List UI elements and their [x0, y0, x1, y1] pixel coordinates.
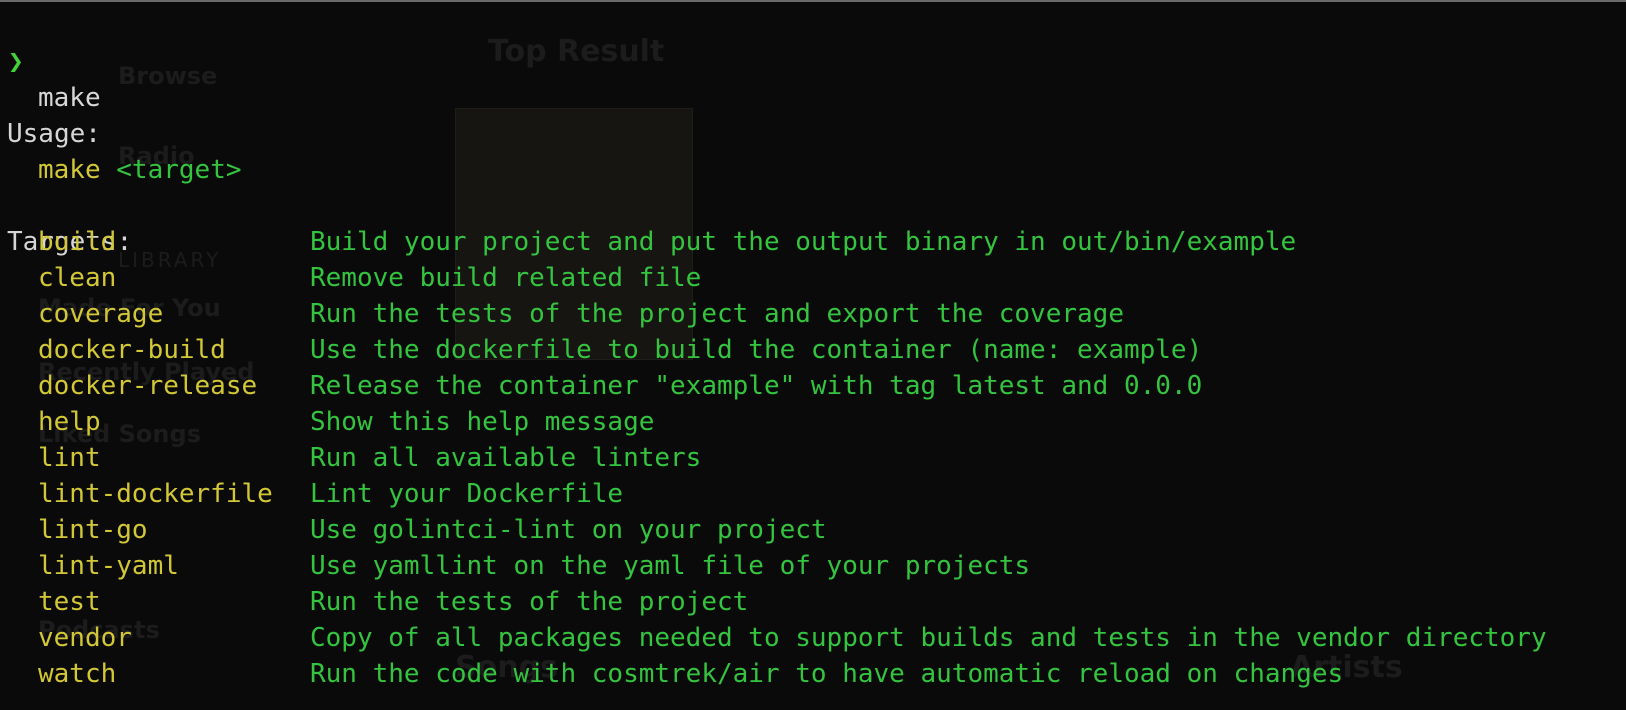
target-description: Build your project and put the output bi… — [310, 227, 1297, 257]
target-description: Use yamllint on the yaml file of your pr… — [310, 551, 1031, 581]
prompt-chevron-icon: ❯ — [8, 47, 24, 77]
target-name: build — [38, 227, 117, 257]
target-name: watch — [38, 659, 117, 689]
target-name: lint-yaml — [38, 551, 179, 581]
bg-library-label: LIBRARY — [118, 248, 222, 272]
usage-arg: <target> — [116, 155, 242, 185]
usage-heading-line: Usage: — [0, 80, 101, 149]
target-name: lint — [38, 443, 101, 473]
target-name: help — [38, 407, 101, 437]
target-description: Copy of all packages needed to support b… — [310, 623, 1547, 653]
target-description: Remove build related file — [310, 263, 702, 293]
target-description: Run the tests of the project — [310, 587, 749, 617]
target-description: Run the tests of the project and export … — [310, 299, 1124, 329]
usage-make: make — [38, 155, 101, 185]
target-description: Run all available linters — [310, 443, 702, 473]
target-name: test — [38, 587, 101, 617]
target-name: lint-go — [38, 515, 148, 545]
target-description: Use golintci-lint on your project — [310, 515, 827, 545]
target-name: coverage — [38, 299, 164, 329]
usage-line: make <target> — [0, 116, 242, 185]
target-description: Run the code with cosmtrek/air to have a… — [310, 659, 1344, 689]
terminal-window[interactable]: Top Result Browse Radio LIBRARY Made For… — [0, 0, 1626, 710]
bg-nav-browse: Browse — [118, 62, 218, 90]
bg-top-result: Top Result — [488, 34, 665, 69]
target-name: docker-release — [38, 371, 258, 401]
prompt-line: ❯ make — [0, 8, 101, 113]
target-name: vendor — [38, 623, 132, 653]
target-description: Lint your Dockerfile — [310, 479, 624, 509]
target-name: lint-dockerfile — [38, 479, 273, 509]
usage-command: make <target> — [38, 152, 242, 188]
target-description: Use the dockerfile to build the containe… — [310, 335, 1203, 365]
targets-heading-line: Targets: — [0, 188, 132, 257]
target-description: Release the container "example" with tag… — [310, 371, 1203, 401]
target-name: docker-build — [38, 335, 226, 365]
target-name: clean — [38, 263, 117, 293]
target-description: Show this help message — [310, 407, 655, 437]
